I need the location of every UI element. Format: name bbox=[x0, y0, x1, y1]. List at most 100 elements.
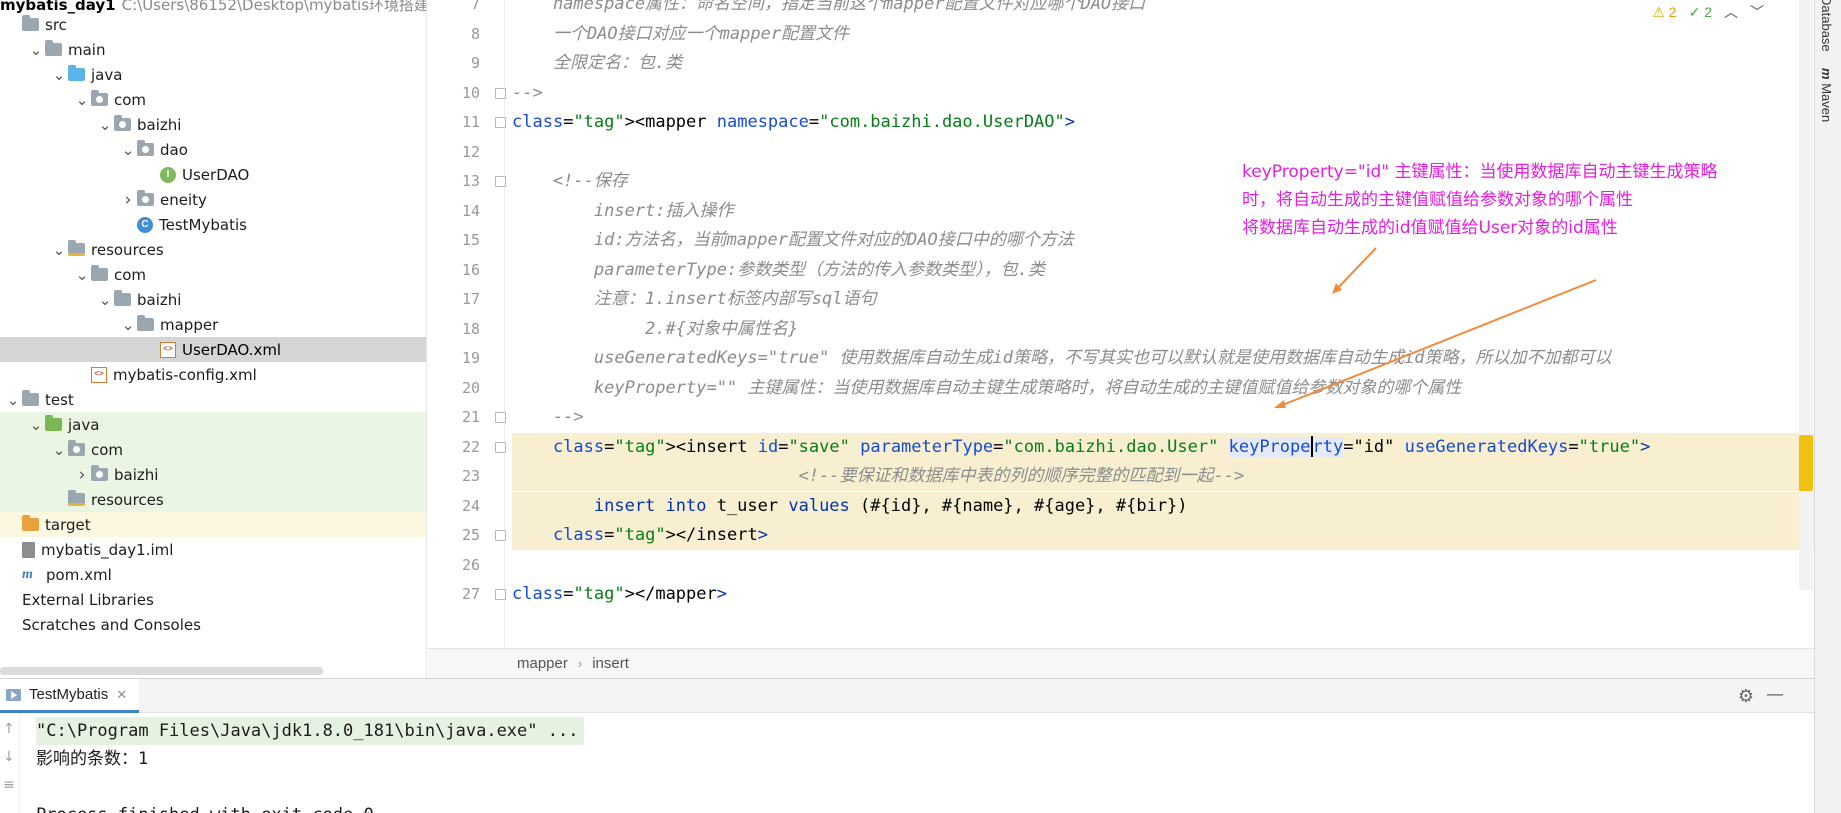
fold-marker-icon[interactable] bbox=[495, 589, 506, 600]
code-line[interactable]: class="tag"><insert id="save" parameterT… bbox=[512, 432, 1814, 462]
code-line[interactable]: 全限定名：包.类 bbox=[512, 49, 1814, 78]
tree-item[interactable]: <> UserDAO.xml bbox=[0, 337, 426, 362]
package-icon bbox=[91, 465, 108, 481]
breadcrumb-separator-icon: › bbox=[577, 656, 583, 671]
code-line[interactable]: keyProperty="" 主键属性：当使用数据库自动主键生成策略时，将自动生… bbox=[512, 374, 1814, 403]
line-number: 19 bbox=[461, 349, 480, 367]
tree-item[interactable]: External Libraries bbox=[0, 587, 426, 612]
fold-marker-icon[interactable] bbox=[495, 441, 506, 453]
database-tool-button[interactable]: Database bbox=[1819, 0, 1834, 52]
tree-item[interactable]: › eneity bbox=[0, 187, 426, 212]
chevron-down-icon[interactable]: ⌄ bbox=[27, 417, 45, 432]
fold-marker-icon[interactable] bbox=[495, 530, 506, 541]
fold-marker-icon[interactable] bbox=[495, 176, 506, 187]
check-icon[interactable]: ✓ 2 bbox=[1689, 4, 1712, 21]
inspection-widget[interactable]: ⚠ 2 ✓ 2 ︿ ﹀ bbox=[1652, 2, 1764, 22]
tree-item[interactable]: ⌄ java bbox=[0, 62, 426, 87]
code-line[interactable]: parameterType:参数类型（方法的传入参数类型），包.类 bbox=[512, 256, 1814, 285]
chevron-down-icon[interactable]: ⌄ bbox=[27, 42, 45, 57]
code-line[interactable]: class="tag"><mapper namespace="com.baizh… bbox=[512, 108, 1814, 137]
tree-item[interactable]: <> mybatis-config.xml bbox=[0, 362, 426, 387]
code-line[interactable]: namespace属性：命名空间，指定当前这个mapper配置文件对应哪个DAO… bbox=[512, 0, 1814, 19]
line-number: 24 bbox=[461, 496, 480, 515]
code-line[interactable]: <!--要保证和数据库中表的列的顺序完整的匹配到一起--> bbox=[512, 462, 1814, 491]
tree-item[interactable]: ⌄ mapper bbox=[0, 312, 426, 337]
code-comment: <!--保存 bbox=[512, 171, 628, 191]
tree-item[interactable]: resources bbox=[0, 487, 426, 512]
package-icon bbox=[114, 115, 131, 131]
console-output[interactable]: "C:\Program Files\Java\jdk1.8.0_181\bin\… bbox=[36, 713, 1814, 813]
tree-item[interactable]: src bbox=[0, 12, 426, 37]
code-line[interactable]: 2.#{对象中属性名} bbox=[512, 315, 1814, 344]
tree-item[interactable]: target bbox=[0, 512, 426, 537]
chevron-down-icon[interactable]: ⌄ bbox=[50, 242, 68, 257]
code-line[interactable]: 一个DAO接口对应一个mapper配置文件 bbox=[512, 20, 1814, 49]
fold-marker-icon[interactable] bbox=[495, 117, 506, 128]
horizontal-scrollbar[interactable] bbox=[0, 667, 323, 675]
tree-item[interactable]: m pom.xml bbox=[0, 562, 426, 587]
chevron-down-icon[interactable]: ⌄ bbox=[73, 92, 91, 107]
line-number: 11 bbox=[461, 113, 480, 131]
code-line[interactable]: --> bbox=[512, 79, 1814, 108]
chevron-down-icon[interactable]: ⌄ bbox=[96, 117, 114, 132]
close-icon[interactable]: ✕ bbox=[116, 687, 127, 703]
code-comment: 注意：1.insert标签内部写sql语句 bbox=[512, 289, 877, 309]
tree-item[interactable]: ⌄ resources bbox=[0, 237, 426, 262]
tree-item[interactable]: I UserDAO bbox=[0, 162, 426, 187]
run-tab[interactable]: TestMybatis ✕ bbox=[0, 679, 140, 713]
tree-item[interactable]: ⌄ main bbox=[0, 37, 426, 62]
tree-item-label: mybatis-config.xml bbox=[113, 365, 257, 384]
chevron-right-icon[interactable]: › bbox=[119, 190, 137, 210]
source-folder-icon bbox=[68, 65, 85, 81]
tree-item[interactable]: ⌄ baizhi bbox=[0, 112, 426, 137]
chevron-down-icon[interactable]: ⌄ bbox=[50, 67, 68, 82]
breadcrumb-item-mapper[interactable]: mapper bbox=[517, 655, 568, 672]
maven-tool-button[interactable]: m Maven bbox=[1819, 68, 1834, 122]
warning-count: 2 bbox=[1668, 3, 1677, 20]
arrow-down-icon[interactable]: ↓ bbox=[3, 749, 15, 765]
line-number: 13 bbox=[461, 172, 480, 190]
tree-item-label: Scratches and Consoles bbox=[22, 615, 201, 634]
code-line[interactable]: --> bbox=[512, 403, 1814, 432]
tree-item[interactable]: ⌄ baizhi bbox=[0, 287, 426, 312]
code-line[interactable]: useGeneratedKeys="true" 使用数据库自动生成id策略，不写… bbox=[512, 344, 1814, 373]
fold-marker-icon[interactable] bbox=[495, 412, 506, 423]
tree-item[interactable]: ⌄ com bbox=[0, 262, 426, 287]
chevron-down-icon[interactable]: ⌄ bbox=[119, 142, 137, 157]
code-line[interactable] bbox=[512, 551, 1814, 580]
tree-item[interactable]: C TestMybatis bbox=[0, 212, 426, 237]
code-line[interactable]: 注意：1.insert标签内部写sql语句 bbox=[512, 285, 1814, 314]
chevron-down-icon[interactable]: ⌄ bbox=[119, 317, 137, 332]
tree-item[interactable]: ⌄ com bbox=[0, 437, 426, 462]
breadcrumb-item-insert[interactable]: insert bbox=[592, 655, 629, 672]
maven-icon: m bbox=[1819, 68, 1834, 80]
code-line[interactable]: insert into t_user values (#{id}, #{name… bbox=[512, 491, 1814, 521]
chevron-right-icon[interactable]: › bbox=[73, 465, 91, 485]
tree-item[interactable]: › baizhi bbox=[0, 462, 426, 487]
chevron-down-icon[interactable]: ﹀ bbox=[1750, 2, 1764, 22]
code-editor[interactable]: 7 8 9 10 11 12 13 14 15 16 17 18 19 20 21 22 23 24 25 26 27 … bbox=[428, 0, 1814, 678]
code-line[interactable]: class="tag"></insert> bbox=[512, 521, 1814, 550]
minimize-icon[interactable]: — bbox=[1766, 684, 1784, 705]
tree-item[interactable]: ⌄ java bbox=[0, 412, 426, 437]
code-line[interactable]: class="tag"></mapper> bbox=[512, 580, 1814, 609]
line-number: 8 bbox=[470, 24, 480, 43]
gear-icon[interactable]: ⚙ bbox=[1738, 686, 1754, 707]
chevron-down-icon[interactable]: ⌄ bbox=[73, 267, 91, 282]
arrow-up-icon[interactable]: ↑ bbox=[3, 721, 15, 737]
chevron-down-icon[interactable]: ⌄ bbox=[50, 442, 68, 457]
tree-item[interactable]: ⌄ com bbox=[0, 87, 426, 112]
folder-icon bbox=[22, 390, 39, 406]
tree-item[interactable]: ⌄ dao bbox=[0, 137, 426, 162]
error-stripe-mark[interactable] bbox=[1799, 435, 1813, 491]
chevron-up-icon[interactable]: ︿ bbox=[1724, 2, 1738, 22]
tree-item[interactable]: Scratches and Consoles bbox=[0, 612, 426, 637]
error-stripe[interactable] bbox=[1799, 0, 1813, 590]
warning-icon[interactable]: ⚠ 2 bbox=[1652, 4, 1676, 21]
tree-item[interactable]: mybatis_day1.iml bbox=[0, 537, 426, 562]
soft-wrap-icon[interactable]: ≡ bbox=[3, 777, 15, 793]
tree-item[interactable]: ⌄ test bbox=[0, 387, 426, 412]
fold-marker-icon[interactable] bbox=[495, 87, 506, 99]
chevron-down-icon[interactable]: ⌄ bbox=[96, 292, 114, 307]
chevron-down-icon[interactable]: ⌄ bbox=[4, 392, 22, 407]
